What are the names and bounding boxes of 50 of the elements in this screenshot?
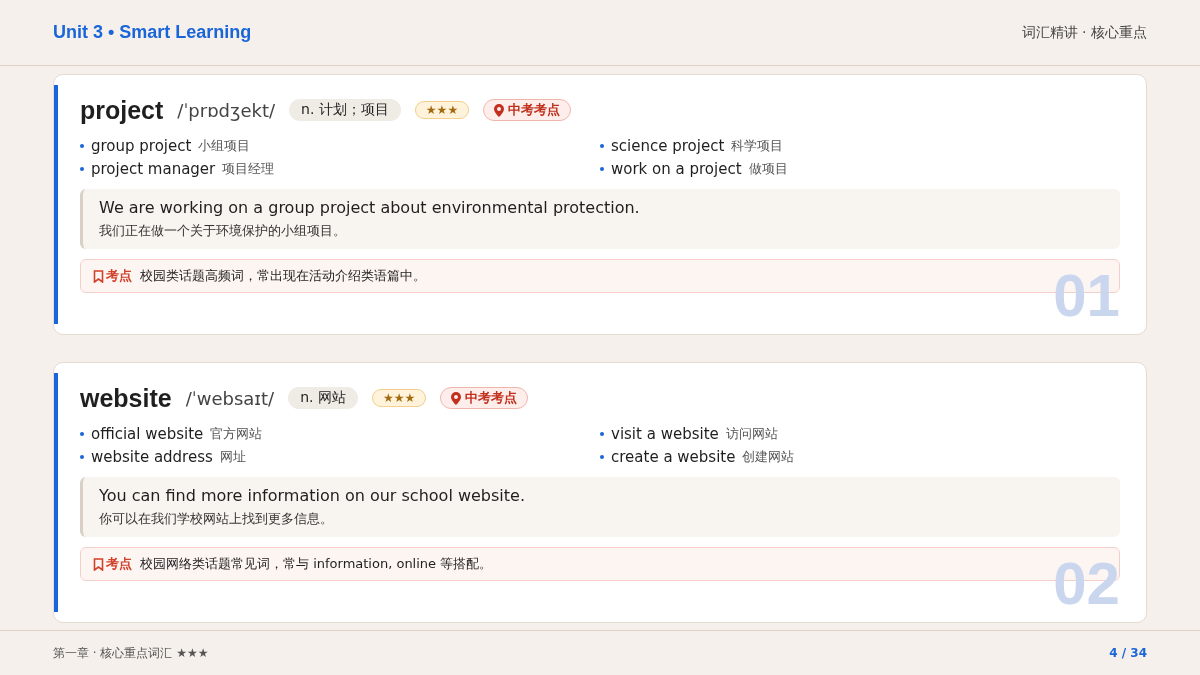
bullet-icon — [80, 432, 84, 436]
example-sentence: You can find more information on our school website. — [99, 486, 526, 505]
tip-label: 考点 — [93, 267, 132, 285]
collocation-translation: 项目经理 — [222, 160, 275, 178]
tip-label: 考点 — [93, 555, 132, 573]
stars-badge: ★★★ — [414, 101, 470, 119]
collocation: work on a project — [611, 160, 742, 178]
section-subtitle: 词汇精讲 · 核心重点 — [1021, 23, 1147, 42]
bookmark-icon — [93, 557, 104, 571]
collocation-translation: 创建网站 — [742, 448, 795, 466]
example-translation: 你可以在我们学校网站上找到更多信息。 — [99, 510, 334, 528]
exam-tag: 中考考点 — [440, 387, 529, 409]
collocation-translation: 科学项目 — [731, 137, 784, 155]
collocation: create a website — [611, 448, 736, 466]
collocation-translation: 访问网站 — [725, 425, 778, 443]
phonetic: /ˈprɒdʒekt/ — [177, 99, 276, 121]
collocation: science project — [611, 137, 725, 155]
collocation: website address — [91, 448, 213, 466]
stars-badge: ★★★ — [371, 389, 427, 407]
headword: website — [80, 383, 172, 413]
collocation: official website — [91, 425, 204, 443]
location-pin-icon — [494, 103, 505, 117]
phonetic: /ˈwebsaɪt/ — [185, 387, 275, 409]
location-pin-icon — [451, 391, 462, 405]
tip-text: 校园类话题高频词，常出现在活动介绍类语篇中。 — [140, 267, 426, 285]
bullet-icon — [600, 167, 604, 171]
chapter-label: 第一章 · 核心重点词汇 ★★★ — [53, 644, 209, 662]
collocation: visit a website — [611, 425, 719, 443]
meaning-badge: n. 网站 — [288, 387, 358, 409]
meaning-badge: n. 计划；项目 — [289, 99, 401, 121]
bullet-icon — [80, 455, 84, 459]
bullet-icon — [600, 455, 604, 459]
page-number: 4 / 34 — [1109, 646, 1147, 660]
collocation-translation: 小组项目 — [198, 137, 251, 155]
bullet-icon — [600, 144, 604, 148]
example-sentence: We are working on a group project about environmental protection. — [99, 198, 641, 217]
headword: project — [80, 95, 164, 125]
collocation: group project — [91, 137, 192, 155]
unit-title: Unit 3 • Smart Learning — [53, 22, 252, 43]
exam-tag: 中考考点 — [483, 99, 572, 121]
bookmark-icon — [93, 269, 104, 283]
collocation-translation: 做项目 — [748, 160, 788, 178]
collocation-translation: 网址 — [219, 448, 246, 466]
bullet-icon — [80, 167, 84, 171]
collocation-translation: 官方网站 — [210, 425, 263, 443]
collocation: project manager — [91, 160, 216, 178]
tip-text: 校园网络类话题常见词，常与 information, online 等搭配。 — [140, 555, 493, 573]
bullet-icon — [80, 144, 84, 148]
bullet-icon — [600, 432, 604, 436]
example-translation: 我们正在做一个关于环境保护的小组项目。 — [99, 222, 347, 240]
